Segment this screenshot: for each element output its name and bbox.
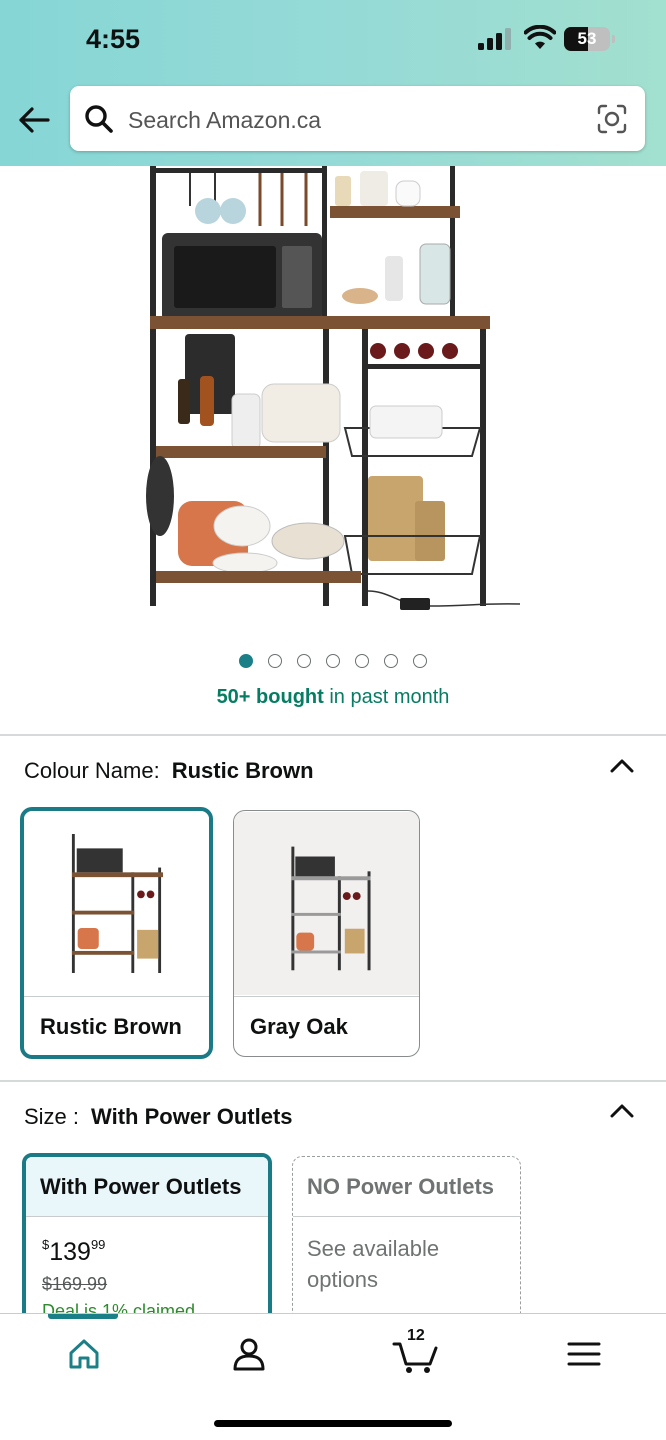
carousel-dot[interactable]	[239, 654, 253, 668]
size-option-label: With Power Outlets	[26, 1157, 268, 1217]
price-whole: 139	[49, 1238, 91, 1266]
status-time: 4:55	[86, 24, 141, 54]
size-selected-value: With Power Outlets	[91, 1104, 293, 1129]
header: 4:55 53 Search Amazon.ca	[0, 0, 666, 166]
search-icon	[85, 105, 113, 133]
home-indicator-bar	[214, 1420, 452, 1427]
active-tab-indicator	[48, 1314, 118, 1319]
chevron-up-icon[interactable]	[608, 1100, 636, 1120]
search-input[interactable]: Search Amazon.ca	[128, 107, 321, 134]
cell-signal-icon	[478, 28, 511, 50]
swatch-label: Gray Oak	[234, 996, 419, 1056]
product-image[interactable]	[130, 166, 530, 626]
chevron-up-icon[interactable]	[608, 755, 636, 775]
carousel-dot[interactable]	[326, 654, 340, 668]
price: $13999	[42, 1237, 105, 1267]
wifi-icon	[524, 25, 556, 49]
home-icon[interactable]	[64, 1334, 104, 1374]
price-fraction: 99	[90, 1237, 106, 1252]
swatch-label: Rustic Brown	[24, 996, 209, 1055]
carousel-dot[interactable]	[355, 654, 369, 668]
carousel-dot[interactable]	[297, 654, 311, 668]
back-arrow-icon[interactable]	[16, 104, 52, 136]
divider	[0, 734, 666, 736]
swatch-rustic-brown[interactable]: Rustic Brown	[20, 807, 213, 1059]
list-price: $169.99	[42, 1274, 108, 1294]
colour-name-row: Colour Name: Rustic Brown	[24, 758, 314, 784]
carousel-dot[interactable]	[413, 654, 427, 668]
cart-count: 12	[407, 1327, 425, 1344]
size-row: Size : With Power Outlets	[24, 1104, 293, 1130]
size-label: Size :	[24, 1104, 80, 1129]
divider	[0, 1080, 666, 1082]
bought-suffix: in past month	[323, 686, 450, 708]
bottom-nav: 12	[0, 1313, 666, 1440]
see-available-options[interactable]: See available options	[307, 1233, 497, 1295]
swatch-image	[24, 814, 209, 993]
colour-selected-value: Rustic Brown	[171, 758, 314, 783]
battery-icon: 53	[564, 27, 616, 51]
carousel-dot[interactable]	[268, 654, 282, 668]
size-option-label: NO Power Outlets	[293, 1157, 520, 1217]
carousel-dot[interactable]	[384, 654, 398, 668]
bought-in-past-month: 50+ bought in past month	[0, 686, 666, 709]
swatch-gray-oak[interactable]: Gray Oak	[233, 810, 420, 1057]
battery-percent: 53	[577, 29, 597, 48]
menu-icon[interactable]	[564, 1334, 604, 1374]
camera-search-icon[interactable]	[596, 103, 628, 135]
image-carousel-dots[interactable]	[0, 654, 666, 670]
colour-name-label: Colour Name:	[24, 758, 160, 783]
search-bar[interactable]: Search Amazon.ca	[70, 86, 645, 151]
account-icon[interactable]	[229, 1334, 269, 1374]
bought-count: 50+ bought	[216, 686, 324, 708]
swatch-image	[234, 811, 419, 996]
